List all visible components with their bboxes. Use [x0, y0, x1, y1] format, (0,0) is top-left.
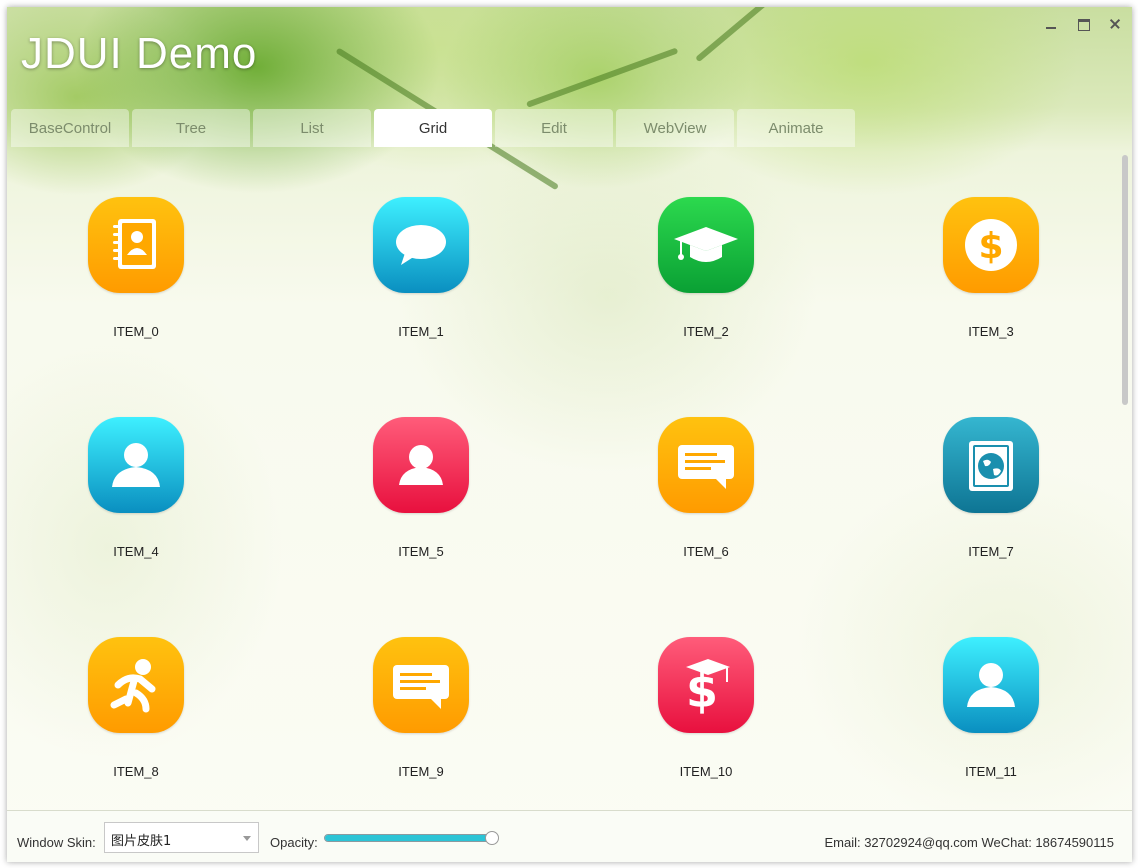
chat-bubble-icon [373, 197, 469, 293]
opacity-thumb[interactable] [485, 831, 499, 845]
minimize-icon[interactable] [1044, 17, 1058, 31]
grid-item[interactable]: ITEM_4 [36, 367, 236, 559]
tab-webview[interactable]: WebView [616, 109, 734, 147]
globe-book-icon [943, 417, 1039, 513]
user-icon [88, 417, 184, 513]
grid-item[interactable]: $ ITEM_3 [891, 147, 1091, 339]
grid-item[interactable]: ITEM_8 [36, 587, 236, 779]
opacity-fill [325, 835, 493, 841]
tab-edit[interactable]: Edit [495, 109, 613, 147]
status-bar: Window Skin: 图片皮肤1 Opacity: Email: 32702… [7, 810, 1132, 862]
dollar-graduation-icon: $ [658, 637, 754, 733]
user-icon [373, 417, 469, 513]
grid-item-label: ITEM_4 [113, 544, 159, 559]
window-controls [1044, 17, 1122, 31]
grid-item[interactable]: ITEM_6 [606, 367, 806, 559]
grid-item[interactable]: ITEM_2 [606, 147, 806, 339]
grid-item[interactable]: ITEM_7 [891, 367, 1091, 559]
tab-grid[interactable]: Grid [374, 109, 492, 147]
maximize-icon[interactable] [1076, 17, 1090, 31]
grid-item-label: ITEM_9 [398, 764, 444, 779]
grid-panel: ITEM_0 ITEM_1 ITEM_2 $ ITEM_3 ITEM_4 ITE… [7, 147, 1132, 810]
running-man-icon [88, 637, 184, 733]
vertical-scrollbar[interactable] [1122, 155, 1128, 405]
chevron-down-icon [243, 836, 251, 841]
tab-bar: BaseControl Tree List Grid Edit WebView … [11, 109, 855, 147]
grid-item[interactable]: ITEM_1 [321, 147, 521, 339]
grid-item-label: ITEM_7 [968, 544, 1014, 559]
tab-list[interactable]: List [253, 109, 371, 147]
grid-item[interactable]: ITEM_9 [321, 587, 521, 779]
tab-basecontrol[interactable]: BaseControl [11, 109, 129, 147]
user-icon [943, 637, 1039, 733]
contact-info: Email: 32702924@qq.com WeChat: 186745901… [824, 835, 1114, 850]
window-skin-select[interactable]: 图片皮肤1 [104, 822, 259, 853]
close-icon[interactable] [1108, 17, 1122, 31]
window-skin-value: 图片皮肤1 [111, 834, 172, 849]
tab-tree[interactable]: Tree [132, 109, 250, 147]
grid-item[interactable]: ITEM_5 [321, 367, 521, 559]
dollar-coin-icon: $ [943, 197, 1039, 293]
grid-item-label: ITEM_11 [965, 764, 1017, 779]
grid-item-label: ITEM_10 [679, 764, 733, 779]
tab-animate[interactable]: Animate [737, 109, 855, 147]
app-title: JDUI Demo [21, 29, 258, 78]
grid-item[interactable]: ITEM_11 [891, 587, 1091, 779]
grid-item-label: ITEM_6 [683, 544, 729, 559]
grid-item-label: ITEM_1 [398, 324, 444, 339]
grid-item-label: ITEM_5 [398, 544, 444, 559]
grid-item[interactable]: ITEM_0 [36, 147, 236, 339]
grid-item-label: ITEM_8 [113, 764, 159, 779]
message-icon [373, 637, 469, 733]
message-icon [658, 417, 754, 513]
opacity-slider[interactable] [324, 831, 500, 845]
grid-item[interactable]: $ ITEM_10 [606, 587, 806, 779]
contacts-book-icon [88, 197, 184, 293]
opacity-label: Opacity: [270, 835, 318, 850]
grid-item-label: ITEM_3 [968, 324, 1014, 339]
svg-text:$: $ [978, 226, 1003, 267]
grid-item-label: ITEM_0 [113, 324, 159, 339]
window-skin-label: Window Skin: [17, 835, 96, 850]
app-window: JDUI Demo BaseControl Tree List Grid Edi… [7, 7, 1132, 862]
grid-item-label: ITEM_2 [683, 324, 729, 339]
graduation-cap-icon [658, 197, 754, 293]
